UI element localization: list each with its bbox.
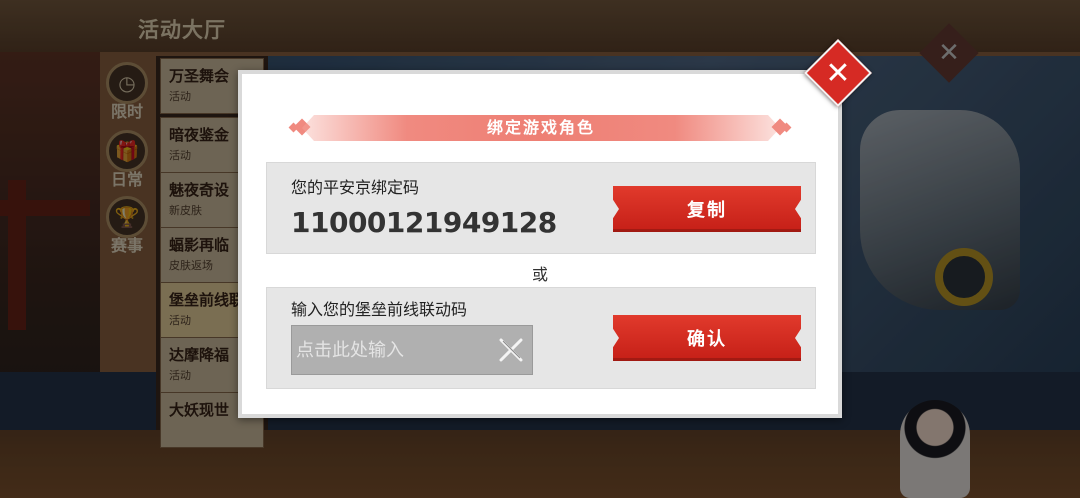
confirm-button[interactable]: 确认 (613, 315, 801, 361)
link-code-label: 输入您的堡垒前线联动码 (291, 300, 468, 319)
bind-role-dialog: 绑定游戏角色 您的平安京绑定码 11000121949128 复制 或 输入您的… (238, 70, 842, 418)
title-ribbon: 绑定游戏角色 (302, 115, 780, 141)
copy-button[interactable]: 复制 (613, 186, 801, 232)
link-code-panel: 输入您的堡垒前线联动码 确认 (266, 287, 816, 389)
close-icon: ✕ (825, 55, 851, 91)
bind-code-panel: 您的平安京绑定码 11000121949128 复制 (266, 162, 816, 254)
clear-icon[interactable] (498, 337, 524, 363)
or-divider: 或 (531, 265, 548, 284)
link-code-input[interactable] (292, 326, 482, 374)
link-code-input-box (291, 325, 533, 375)
dialog-title: 绑定游戏角色 (486, 118, 595, 137)
bind-code-label: 您的平安京绑定码 (291, 178, 420, 197)
bind-code-value: 11000121949128 (291, 206, 557, 239)
